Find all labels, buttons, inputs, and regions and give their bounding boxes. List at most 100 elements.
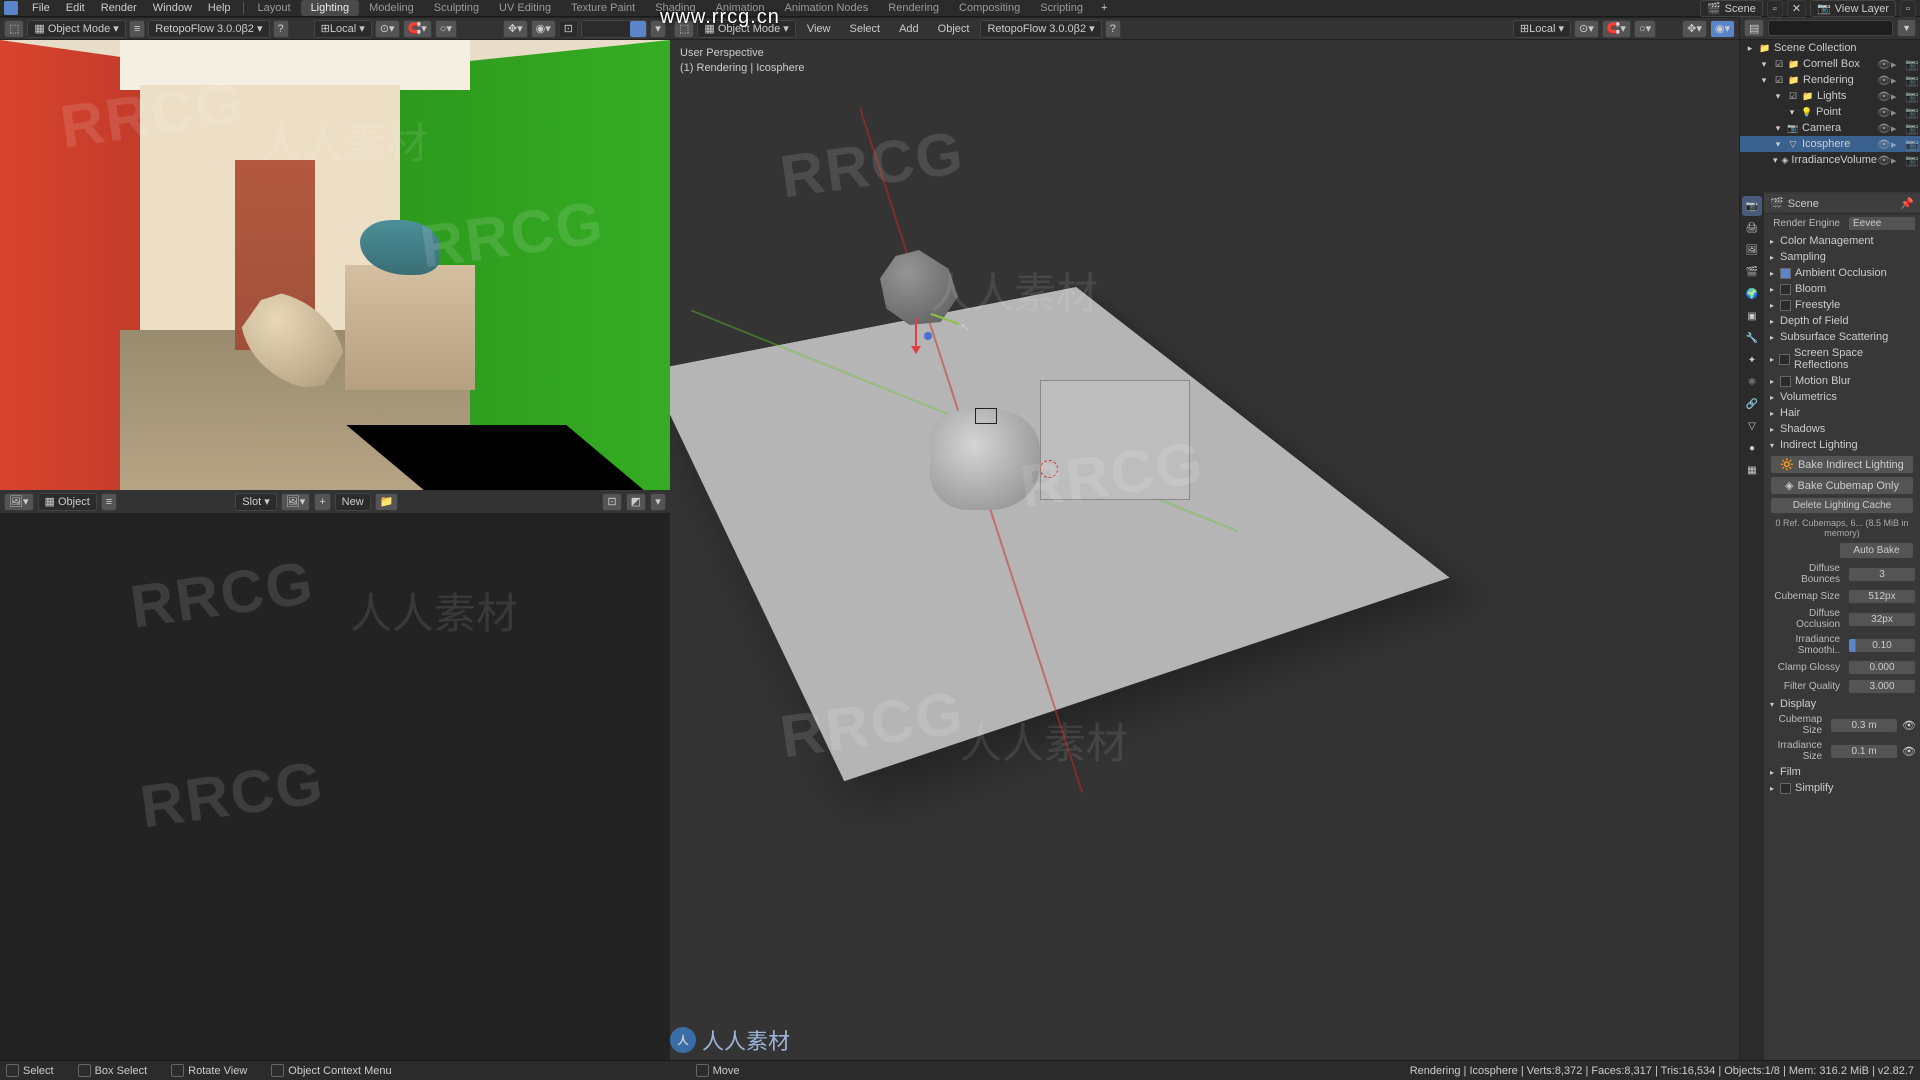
menu-help[interactable]: Help — [200, 0, 239, 16]
panel-checkbox[interactable] — [1780, 284, 1791, 295]
outliner-row-lights[interactable]: ▾☑📁Lights👁▸📷 — [1740, 88, 1920, 104]
panel-checkbox[interactable] — [1780, 376, 1791, 387]
panel-display[interactable]: ▾Display — [1764, 696, 1920, 712]
snap-icon[interactable]: 🧲▾ — [403, 20, 432, 38]
outliner-row-camera[interactable]: ▾📷Camera👁▸📷 — [1740, 120, 1920, 136]
orientation-selector[interactable]: ⊞ Local ▾ — [1513, 20, 1571, 38]
render-icon[interactable]: 📷 — [1905, 122, 1918, 135]
workspace-tab-sculpting[interactable]: Sculpting — [424, 0, 489, 16]
eye-icon[interactable]: 👁 — [1877, 58, 1890, 71]
selectable-icon[interactable]: ▸ — [1891, 138, 1904, 151]
menu-file[interactable]: File — [24, 0, 58, 16]
panel-checkbox[interactable] — [1780, 268, 1791, 279]
proportional-icon[interactable]: ○▾ — [1634, 20, 1656, 38]
workspace-tab-uv-editing[interactable]: UV Editing — [489, 0, 561, 16]
disclosure-icon[interactable]: ▾ — [1758, 74, 1770, 86]
disclosure-icon[interactable]: ▾ — [1772, 138, 1784, 150]
image-channel-icon[interactable]: ◩ — [626, 493, 646, 511]
menu-render[interactable]: Render — [93, 0, 145, 16]
gizmo-z-handle[interactable] — [924, 332, 932, 340]
render-icon[interactable]: 📷 — [1905, 74, 1918, 87]
panel-bloom[interactable]: ▸Bloom — [1764, 281, 1920, 297]
eye-icon[interactable]: 👁 — [1877, 106, 1890, 119]
eye-icon[interactable]: 👁 — [1877, 154, 1890, 167]
panel-freestyle[interactable]: ▸Freestyle — [1764, 297, 1920, 313]
toolbar-toggle-icon[interactable]: ≡ — [129, 20, 145, 38]
selectable-icon[interactable]: ▸ — [1891, 154, 1904, 167]
panel-simplify[interactable]: ▸Simplify — [1764, 780, 1920, 796]
workspace-tab-texture-paint[interactable]: Texture Paint — [561, 0, 645, 16]
disclosure-icon[interactable]: ▾ — [1772, 154, 1778, 166]
outliner-search[interactable] — [1768, 20, 1893, 36]
panel-checkbox[interactable] — [1779, 354, 1790, 365]
tab-output[interactable]: 🖨 — [1742, 218, 1762, 238]
retopo-help-icon[interactable]: ? — [273, 20, 289, 38]
simplify-checkbox[interactable] — [1780, 783, 1791, 794]
workspace-tab-animation-nodes[interactable]: Animation Nodes — [775, 0, 879, 16]
outliner-row-scene-collection[interactable]: ▸ 📁 Scene Collection — [1740, 40, 1920, 56]
render-icon[interactable]: 📷 — [1905, 106, 1918, 119]
retopo-help-icon[interactable]: ? — [1105, 20, 1121, 38]
image-browse-icon[interactable]: 🖼▾ — [281, 493, 311, 511]
tab-texture[interactable]: ▦ — [1742, 460, 1762, 480]
slot-selector[interactable]: Slot ▾ — [235, 493, 277, 511]
selectable-icon[interactable]: ▸ — [1891, 58, 1904, 71]
render-engine-value[interactable]: Eevee — [1848, 216, 1916, 231]
tab-object[interactable]: ▣ — [1742, 306, 1762, 326]
vp-menu-view[interactable]: View — [799, 21, 839, 37]
pin-icon[interactable]: 📌 — [1900, 197, 1914, 210]
gizmo-x-arrow[interactable] — [915, 318, 917, 353]
vp-menu-select[interactable]: Select — [841, 21, 888, 37]
filter-value[interactable]: 3.000 — [1848, 679, 1916, 694]
selectable-icon[interactable]: ▸ — [1891, 74, 1904, 87]
shading-rendered[interactable] — [630, 21, 646, 37]
new-image-button[interactable]: + — [314, 493, 330, 511]
panel-motion-blur[interactable]: ▸Motion Blur — [1764, 373, 1920, 389]
new-scene-button[interactable]: ▫ — [1767, 0, 1783, 18]
orientation-selector[interactable]: ⊞ Local ▾ — [314, 20, 372, 38]
panel-volumetrics[interactable]: ▸Volumetrics — [1764, 389, 1920, 405]
render-icon[interactable]: 📷 — [1905, 90, 1918, 103]
outliner-row-point[interactable]: ▾💡Point👁▸📷 — [1740, 104, 1920, 120]
mode-selector[interactable]: ▦ Object Mode ▾ — [27, 20, 125, 38]
image-toggle-icon[interactable]: ▾ — [650, 493, 666, 511]
panel-screen-space-reflections[interactable]: ▸Screen Space Reflections — [1764, 345, 1920, 373]
outliner-row-rendering[interactable]: ▾☑📁Rendering👁▸📷 — [1740, 72, 1920, 88]
checkbox-icon[interactable]: ☑ — [1773, 74, 1785, 86]
eye-icon[interactable]: 👁 — [1877, 138, 1890, 151]
outliner-row-irradiancevolume[interactable]: ▾◈IrradianceVolume👁▸📷 — [1740, 152, 1920, 168]
tab-data[interactable]: ▽ — [1742, 416, 1762, 436]
selectable-icon[interactable]: ▸ — [1891, 122, 1904, 135]
checkbox-icon[interactable]: ☑ — [1787, 90, 1799, 102]
tab-particle[interactable]: ✦ — [1742, 350, 1762, 370]
disp-cubemap-value[interactable]: 0.3 m — [1830, 718, 1898, 733]
retopoflow-dropdown[interactable]: RetopoFlow 3.0.0β2 ▾ — [980, 20, 1101, 38]
outliner-row-icosphere[interactable]: ▾▽Icosphere👁▸📷 — [1740, 136, 1920, 152]
render-icon[interactable]: 📷 — [1905, 154, 1918, 167]
eye-icon[interactable]: 👁 — [1877, 90, 1890, 103]
tab-scene[interactable]: 🎬 — [1742, 262, 1762, 282]
tab-modifier[interactable]: 🔧 — [1742, 328, 1762, 348]
overlay-icon[interactable]: ◉▾ — [531, 20, 556, 38]
workspace-tab-compositing[interactable]: Compositing — [949, 0, 1030, 16]
tab-physics[interactable]: ⚛ — [1742, 372, 1762, 392]
xray-icon[interactable]: ⊡ — [559, 20, 578, 38]
image-mode-selector[interactable]: ▦ Object — [38, 493, 97, 511]
delete-viewlayer-button[interactable]: ▫ — [1900, 0, 1916, 18]
gizmo-icon[interactable]: ✥▾ — [503, 20, 528, 38]
outliner-type-icon[interactable]: ▤ — [1744, 19, 1764, 37]
viewlayer-selector[interactable]: 📷 View Layer — [1810, 0, 1896, 17]
shading-wireframe[interactable] — [582, 21, 598, 37]
panel-depth-of-field[interactable]: ▸Depth of Field — [1764, 313, 1920, 329]
panel-color-management[interactable]: ▸Color Management — [1764, 233, 1920, 249]
overlay-icon[interactable]: ◉▾ — [1710, 20, 1735, 38]
image-display-icon[interactable]: ⊡ — [602, 493, 621, 511]
workspace-tab-scripting[interactable]: Scripting — [1030, 0, 1093, 16]
panel-ambient-occlusion[interactable]: ▸Ambient Occlusion — [1764, 265, 1920, 281]
image-editor-canvas[interactable] — [0, 513, 670, 1060]
add-workspace[interactable]: + — [1093, 0, 1115, 16]
disclosure-icon[interactable]: ▾ — [1758, 58, 1770, 70]
panel-sampling[interactable]: ▸Sampling — [1764, 249, 1920, 265]
disclosure-icon[interactable]: ▾ — [1786, 106, 1798, 118]
delete-scene-button[interactable]: ✕ — [1787, 0, 1806, 18]
